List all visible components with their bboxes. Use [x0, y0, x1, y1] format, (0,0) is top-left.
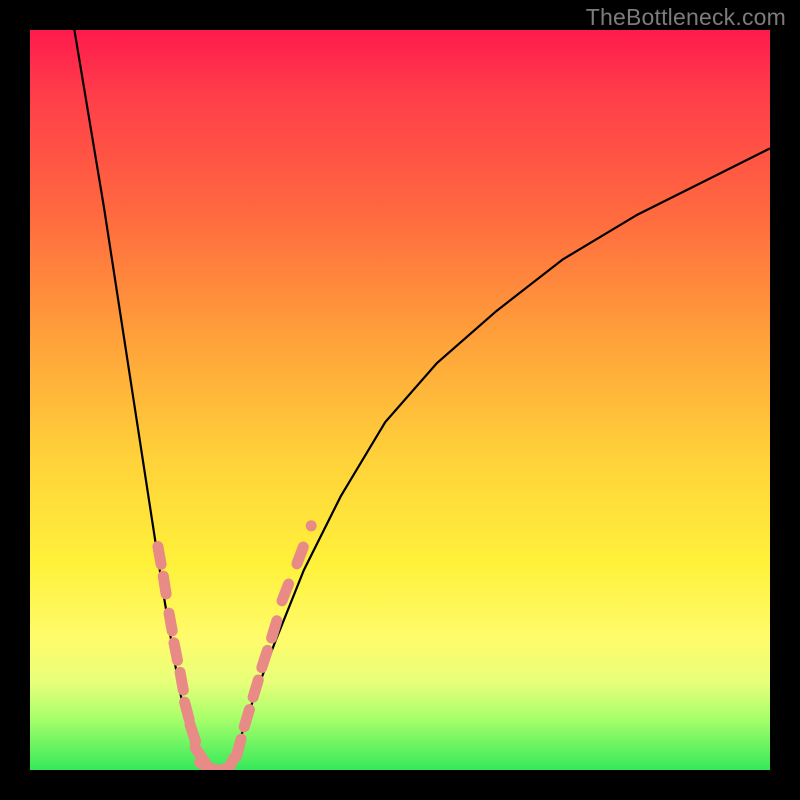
curve-marker [163, 576, 166, 594]
curve-marker [253, 680, 258, 697]
watermark-text: TheBottleneck.com [586, 4, 786, 31]
curve-right-branch [230, 148, 770, 770]
curve-marker [174, 643, 178, 661]
curve-marker [190, 725, 196, 742]
chart-frame: TheBottleneck.com [0, 0, 800, 800]
curve-marker [236, 739, 241, 756]
curve-marker [169, 613, 172, 631]
curve-marker [272, 621, 277, 638]
chart-plot-area [30, 30, 770, 770]
curve-marker [282, 584, 289, 601]
curve-marker [262, 650, 268, 667]
curve-marker [185, 702, 190, 719]
curve-marker [158, 547, 161, 565]
curve-left-branch [74, 30, 207, 770]
chart-svg [30, 30, 770, 770]
curve-marker [180, 672, 183, 690]
curve-marker [297, 547, 303, 564]
curve-markers [158, 526, 311, 770]
curve-marker [244, 710, 249, 727]
